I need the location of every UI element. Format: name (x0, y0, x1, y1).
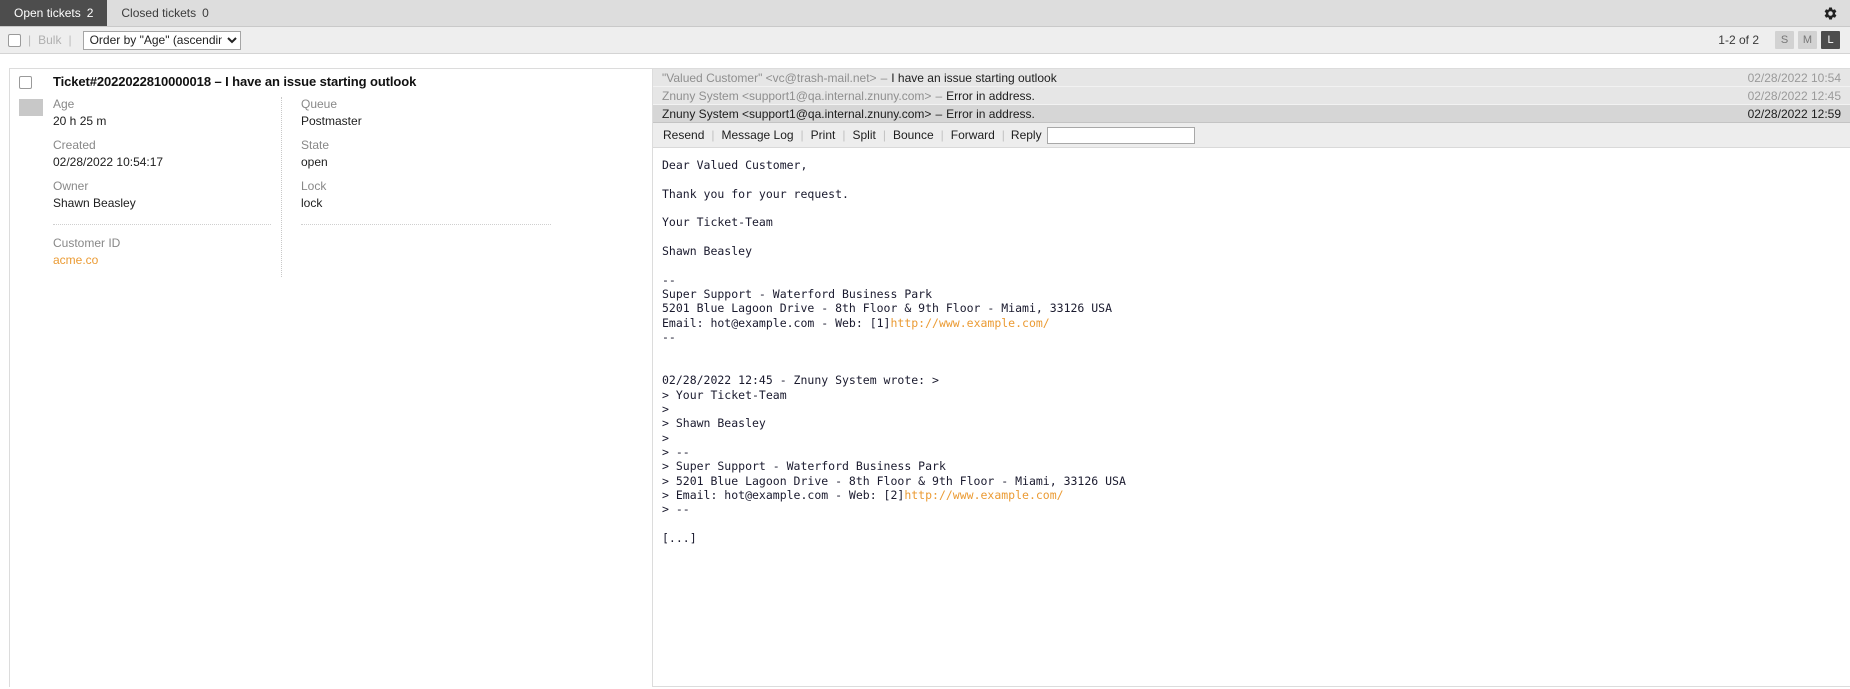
field-customer-id-label: Customer ID (53, 236, 271, 251)
field-state-label: State (301, 138, 551, 153)
field-empty-slot (301, 236, 551, 277)
article-subject: Error in address. (946, 107, 1035, 121)
print-button[interactable]: Print (810, 128, 837, 142)
action-separator: | (941, 128, 944, 142)
article-from: "Valued Customer" <vc@trash-mail.net> (662, 71, 877, 85)
tab-open-tickets-label: Open tickets (14, 6, 81, 20)
article-row[interactable]: Znuny System <support1@qa.internal.znuny… (653, 87, 1850, 105)
controlbar-separator-2: | (68, 33, 71, 47)
field-owner: Owner Shawn Beasley (53, 179, 271, 225)
forward-button[interactable]: Forward (950, 128, 996, 142)
ticket-field-column-right: Queue Postmaster State open Lock lock (281, 97, 561, 277)
action-separator: | (883, 128, 886, 142)
article-time: 02/28/2022 10:54 (1728, 71, 1841, 85)
field-queue-label: Queue (301, 97, 551, 112)
field-lock-value: lock (301, 196, 551, 211)
view-size-toggle-group: S M L (1775, 31, 1840, 49)
controlbar-separator-1: | (28, 33, 31, 47)
article-message-body: Dear Valued Customer, Thank you for your… (653, 148, 1850, 687)
field-lock-label: Lock (301, 179, 551, 194)
field-lock: Lock lock (301, 179, 551, 225)
action-separator: | (1002, 128, 1005, 142)
field-created: Created 02/28/2022 10:54:17 (53, 138, 271, 179)
sort-order-select[interactable]: Order by "Age" (ascending) (83, 31, 241, 50)
ticket-zoom-area: Ticket#2022022810000018 – I have an issu… (0, 54, 1850, 687)
article-list: "Valued Customer" <vc@trash-mail.net> – … (653, 69, 1850, 123)
article-from: Znuny System <support1@qa.internal.znuny… (662, 89, 931, 103)
action-separator: | (842, 128, 845, 142)
resend-button[interactable]: Resend (662, 128, 705, 142)
pagination-count: 1-2 of 2 (1718, 33, 1759, 47)
article-from: Znuny System <support1@qa.internal.znuny… (662, 107, 931, 121)
settings-button[interactable] (1823, 0, 1850, 26)
message-link-2[interactable]: http://www.example.com/ (904, 488, 1063, 502)
ticket-details-panel: Ticket#2022022810000018 – I have an issu… (48, 69, 643, 687)
ticket-card: Ticket#2022022810000018 – I have an issu… (9, 68, 1850, 687)
view-size-medium-button[interactable]: M (1798, 31, 1817, 49)
article-time: 02/28/2022 12:59 (1728, 107, 1841, 121)
bounce-button[interactable]: Bounce (892, 128, 935, 142)
field-state: State open (301, 138, 551, 179)
ticket-list-controlbar: | Bulk | Order by "Age" (ascending) 1-2 … (0, 27, 1850, 54)
field-state-value: open (301, 155, 551, 170)
view-size-small-button[interactable]: S (1775, 31, 1794, 49)
article-subject: Error in address. (946, 89, 1035, 103)
ticket-flag-icon[interactable] (19, 99, 43, 116)
message-part-2: -- 02/28/2022 12:45 - Znuny System wrote… (662, 330, 1126, 502)
article-action-toolbar: Resend | Message Log | Print | Split | B… (653, 123, 1850, 148)
tab-closed-tickets-label: Closed tickets (121, 6, 196, 20)
view-size-large-button[interactable]: L (1821, 31, 1840, 49)
article-time: 02/28/2022 12:45 (1728, 89, 1841, 103)
article-message-text: Dear Valued Customer, Thank you for your… (662, 158, 1850, 545)
field-age-label: Age (53, 97, 271, 112)
article-dash: – (935, 89, 942, 103)
field-age: Age 20 h 25 m (53, 97, 271, 138)
article-row-selected[interactable]: Znuny System <support1@qa.internal.znuny… (653, 105, 1850, 123)
article-dash: – (935, 107, 942, 121)
field-queue-value: Postmaster (301, 114, 551, 129)
action-separator: | (711, 128, 714, 142)
message-log-button[interactable]: Message Log (721, 128, 795, 142)
field-empty-value (301, 253, 551, 268)
ticket-select-checkbox[interactable] (19, 76, 32, 89)
field-owner-label: Owner (53, 179, 271, 194)
article-subject: I have an issue starting outlook (891, 71, 1056, 85)
article-row[interactable]: "Valued Customer" <vc@trash-mail.net> – … (653, 69, 1850, 87)
field-queue: Queue Postmaster (301, 97, 551, 138)
article-dash: – (881, 71, 888, 85)
message-part-3: > -- [...] (662, 502, 697, 545)
field-created-label: Created (53, 138, 271, 153)
message-link-1[interactable]: http://www.example.com/ (890, 316, 1049, 330)
field-owner-value: Shawn Beasley (53, 196, 271, 211)
field-created-value: 02/28/2022 10:54:17 (53, 155, 271, 170)
split-button[interactable]: Split (851, 128, 876, 142)
ticket-field-grid: Age 20 h 25 m Created 02/28/2022 10:54:1… (53, 97, 643, 277)
tab-closed-tickets-count: 0 (202, 6, 209, 20)
message-part-1: Dear Valued Customer, Thank you for your… (662, 158, 1112, 330)
field-customer-id-value[interactable]: acme.co (53, 253, 271, 268)
ticket-view-tabbar: Open tickets 2 Closed tickets 0 (0, 0, 1850, 27)
bulk-action-label[interactable]: Bulk (38, 33, 61, 47)
action-separator: | (801, 128, 804, 142)
field-empty-label (301, 236, 551, 251)
field-age-value: 20 h 25 m (53, 114, 271, 129)
select-all-checkbox[interactable] (8, 34, 21, 47)
ticket-title[interactable]: Ticket#2022022810000018 – I have an issu… (53, 74, 643, 89)
ticket-field-column-left: Age 20 h 25 m Created 02/28/2022 10:54:1… (53, 97, 281, 277)
controlbar-right-group: 1-2 of 2 S M L (1718, 31, 1840, 49)
reply-label: Reply (1011, 128, 1042, 142)
field-customer-id: Customer ID acme.co (53, 236, 271, 277)
ticket-gutter (10, 69, 48, 687)
tab-open-tickets-count: 2 (87, 6, 94, 20)
article-pane: "Valued Customer" <vc@trash-mail.net> – … (652, 69, 1850, 687)
reply-input[interactable] (1047, 127, 1195, 144)
tab-open-tickets[interactable]: Open tickets 2 (0, 0, 107, 26)
tab-closed-tickets[interactable]: Closed tickets 0 (107, 0, 222, 26)
gear-icon (1823, 6, 1838, 21)
